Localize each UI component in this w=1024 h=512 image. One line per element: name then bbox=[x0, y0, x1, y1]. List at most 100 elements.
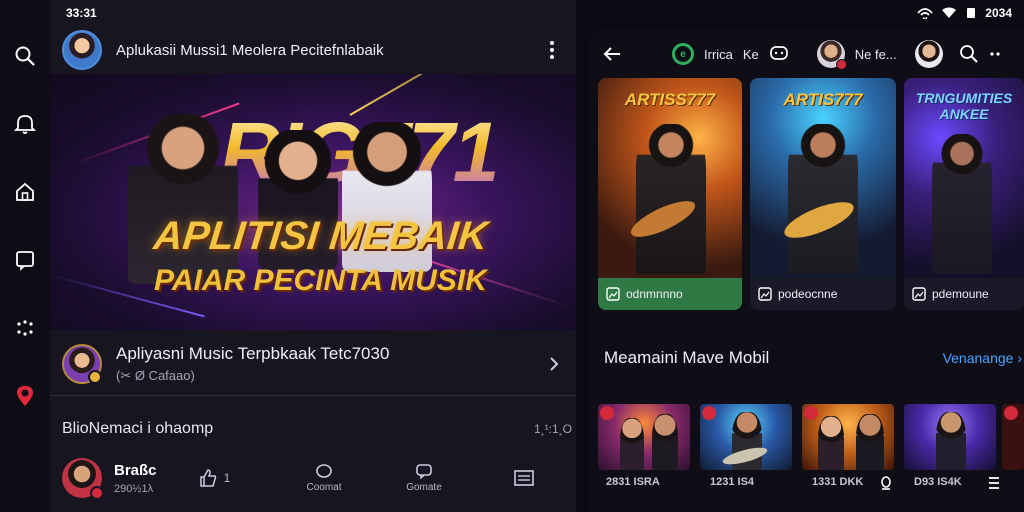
artist-figure bbox=[932, 134, 992, 274]
list-icon bbox=[514, 470, 534, 486]
toolbar-label-2[interactable]: Ke bbox=[743, 47, 759, 62]
thumbnail-label: D93 IS4K bbox=[914, 476, 962, 488]
toolbar-label-3[interactable]: Ne fe... bbox=[855, 47, 897, 62]
status-time: 33:31 bbox=[66, 6, 97, 20]
artist-card-title: ARTIS777 bbox=[783, 90, 863, 109]
share-button[interactable]: Gomate bbox=[384, 463, 464, 493]
indicator-dot-icon bbox=[881, 476, 891, 490]
share-label: Gomate bbox=[406, 482, 442, 493]
thumbnail-label: 1331 DKK bbox=[812, 476, 864, 488]
secondary-panel: e Irrica Ke Ne fe... ARTISS777 odnmnnno bbox=[590, 30, 1024, 512]
chat-icon[interactable] bbox=[769, 45, 789, 63]
secondary-toolbar: e Irrica Ke Ne fe... bbox=[590, 34, 1024, 74]
live-badge bbox=[804, 406, 818, 420]
live-badge bbox=[1004, 406, 1018, 420]
verified-badge bbox=[88, 369, 102, 384]
nav-location-button[interactable] bbox=[9, 380, 41, 412]
featured-subtitle: (✂ Ø Cafaao) bbox=[116, 367, 195, 383]
artist-card-footer: podeocnne bbox=[750, 278, 896, 310]
section-see-all-link[interactable]: Venanange › bbox=[943, 350, 1022, 366]
video-thumbnail[interactable] bbox=[700, 404, 792, 470]
comments-heading: BlioNemaci i ohaomp bbox=[62, 420, 214, 437]
artist-card-footer: odnmnnno bbox=[598, 278, 742, 310]
app-title: Aplukasii Mussi1 Meolera Pecitefnlabaik bbox=[116, 41, 384, 59]
artist-figure bbox=[636, 124, 706, 274]
user-avatar[interactable] bbox=[914, 40, 943, 68]
featured-avatar bbox=[62, 343, 102, 384]
share-icon bbox=[416, 464, 432, 479]
comment-label: Coomat bbox=[306, 482, 342, 493]
hero-subline: PAIAR PECINTA MUSIK bbox=[154, 264, 487, 297]
toolbar-label-1[interactable]: Irrica bbox=[704, 47, 733, 62]
featured-title: Apliyasni Music Terpbkaak Tetc7030 bbox=[116, 343, 390, 363]
chevron-right-icon bbox=[544, 354, 564, 374]
wifi-icon bbox=[942, 7, 957, 18]
home-icon bbox=[16, 182, 34, 201]
video-thumbnail[interactable] bbox=[802, 404, 894, 470]
featured-app-row[interactable]: Apliyasni Music Terpbkaak Tetc7030 (✂ Ø … bbox=[50, 332, 576, 396]
image-icon bbox=[912, 287, 926, 301]
location-pin-icon bbox=[17, 386, 33, 406]
section-link-text: Venanange bbox=[942, 350, 1014, 366]
more-horiz-icon[interactable] bbox=[989, 51, 1003, 57]
video-thumbnail[interactable] bbox=[598, 404, 690, 470]
hero-banner[interactable]: RIG771 APLITISI MEBAIK PAIAR PECINTA MUS… bbox=[50, 74, 576, 330]
more-vert-icon bbox=[550, 41, 554, 59]
nav-explore-button[interactable] bbox=[9, 312, 41, 344]
top-app-bar: Aplukasii Mussi1 Meolera Pecitefnlabaik bbox=[50, 26, 576, 74]
thumbnail-label: 2831 ISRA bbox=[606, 476, 660, 488]
live-badge bbox=[702, 406, 716, 420]
thumbs-up-icon bbox=[199, 469, 216, 487]
artist-card[interactable]: ARTISS777 odnmnnno bbox=[598, 78, 742, 310]
status-battery-text: 2034 bbox=[985, 6, 1012, 20]
commenter-count: 290½1λ bbox=[114, 482, 154, 495]
main-panel: Aplukasii Mussi1 Meolera Pecitefnlabaik … bbox=[50, 0, 576, 512]
comments-time: 1¸¹:1¸O bbox=[533, 422, 572, 436]
artist-card-footer-text: pdemoune bbox=[932, 287, 989, 301]
image-icon bbox=[606, 287, 620, 301]
back-arrow-icon[interactable] bbox=[602, 44, 622, 64]
artist-card-footer: pdemoune bbox=[904, 278, 1024, 310]
comments-header: BlioNemaci i ohaomp 1¸¹:1¸O bbox=[62, 420, 572, 438]
thumbnail-label: 1231 IS4 bbox=[710, 476, 755, 488]
overflow-menu-button[interactable] bbox=[540, 38, 564, 62]
search-icon bbox=[15, 46, 35, 66]
video-thumbnail[interactable] bbox=[1002, 404, 1024, 470]
menu-icon[interactable] bbox=[988, 476, 1000, 490]
nav-library-button[interactable] bbox=[9, 244, 41, 276]
nav-notifications-button[interactable] bbox=[9, 108, 41, 140]
live-badge bbox=[90, 486, 104, 500]
commenter-avatar[interactable] bbox=[62, 458, 104, 500]
like-count: 1 bbox=[223, 471, 231, 485]
signal-icon bbox=[917, 8, 933, 19]
nav-home-button[interactable] bbox=[9, 176, 41, 208]
hero-headline: APLITISI MEBAIK bbox=[151, 214, 490, 258]
brand-logo-icon[interactable]: e bbox=[672, 43, 694, 65]
battery-icon bbox=[967, 8, 976, 18]
nav-search-button[interactable] bbox=[9, 40, 41, 72]
app-root: 33:31 2034 Aplukasii Mussi1 Meolera Peci… bbox=[0, 0, 1024, 512]
library-icon bbox=[16, 251, 34, 271]
menu-button[interactable] bbox=[484, 469, 564, 487]
image-icon bbox=[758, 287, 772, 301]
comment-button[interactable]: Coomat bbox=[284, 463, 364, 493]
artist-card[interactable]: TRNGUMITIES ANKEE pdemoune bbox=[904, 78, 1024, 310]
comment-item: Braßc 290½1λ 1 Coomat Gomate bbox=[62, 452, 572, 504]
artist-card-title: TRNGUMITIES ANKEE bbox=[915, 90, 1013, 122]
live-badge bbox=[600, 406, 614, 420]
section-title: Meamaini Mave Mobil bbox=[604, 348, 770, 367]
artist-figure bbox=[788, 124, 858, 274]
like-button[interactable]: 1 bbox=[174, 468, 254, 488]
profile-avatar[interactable] bbox=[62, 30, 102, 70]
artist-card-title: ARTISS777 bbox=[624, 90, 716, 109]
dots-icon bbox=[17, 320, 33, 336]
status-bar: 33:31 2034 bbox=[0, 0, 1024, 26]
artist-card-footer-text: odnmnnno bbox=[626, 287, 683, 301]
notification-badge bbox=[835, 59, 847, 70]
toolbar-avatar[interactable] bbox=[816, 40, 847, 70]
video-thumbnail[interactable] bbox=[904, 404, 996, 470]
search-icon[interactable] bbox=[959, 44, 979, 64]
bell-icon bbox=[13, 115, 37, 134]
artist-card[interactable]: ARTIS777 podeocnne bbox=[750, 78, 896, 310]
commenter-name: Braßc bbox=[114, 461, 157, 479]
